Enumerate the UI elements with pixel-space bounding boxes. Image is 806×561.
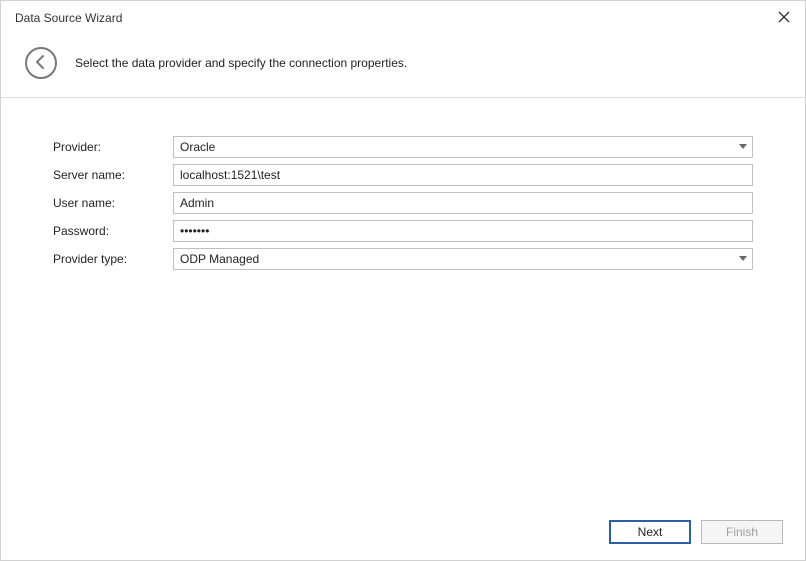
title-bar: Data Source Wizard: [1, 1, 805, 35]
provider-row: Provider:: [53, 136, 753, 158]
provider-type-row: Provider type:: [53, 248, 753, 270]
wizard-window: Data Source Wizard Select the data provi…: [0, 0, 806, 561]
wizard-footer: Next Finish: [1, 508, 805, 560]
next-button[interactable]: Next: [609, 520, 691, 544]
provider-type-select-value[interactable]: [173, 248, 753, 270]
provider-type-label: Provider type:: [53, 252, 173, 266]
password-label: Password:: [53, 224, 173, 238]
provider-type-select[interactable]: [173, 248, 753, 270]
server-row: Server name:: [53, 164, 753, 186]
form-area: Provider: Server name: User name: Passwo…: [1, 98, 805, 508]
back-button[interactable]: [25, 47, 57, 79]
provider-select-value[interactable]: [173, 136, 753, 158]
user-label: User name:: [53, 196, 173, 210]
arrow-left-icon: [33, 54, 49, 73]
server-label: Server name:: [53, 168, 173, 182]
close-icon: [778, 11, 790, 26]
user-input[interactable]: [173, 192, 753, 214]
password-row: Password:: [53, 220, 753, 242]
provider-select[interactable]: [173, 136, 753, 158]
wizard-description: Select the data provider and specify the…: [75, 56, 407, 70]
wizard-header: Select the data provider and specify the…: [1, 35, 805, 98]
finish-button: Finish: [701, 520, 783, 544]
close-button[interactable]: [775, 9, 793, 27]
server-input[interactable]: [173, 164, 753, 186]
provider-label: Provider:: [53, 140, 173, 154]
window-title: Data Source Wizard: [15, 11, 122, 25]
user-row: User name:: [53, 192, 753, 214]
password-input[interactable]: [173, 220, 753, 242]
